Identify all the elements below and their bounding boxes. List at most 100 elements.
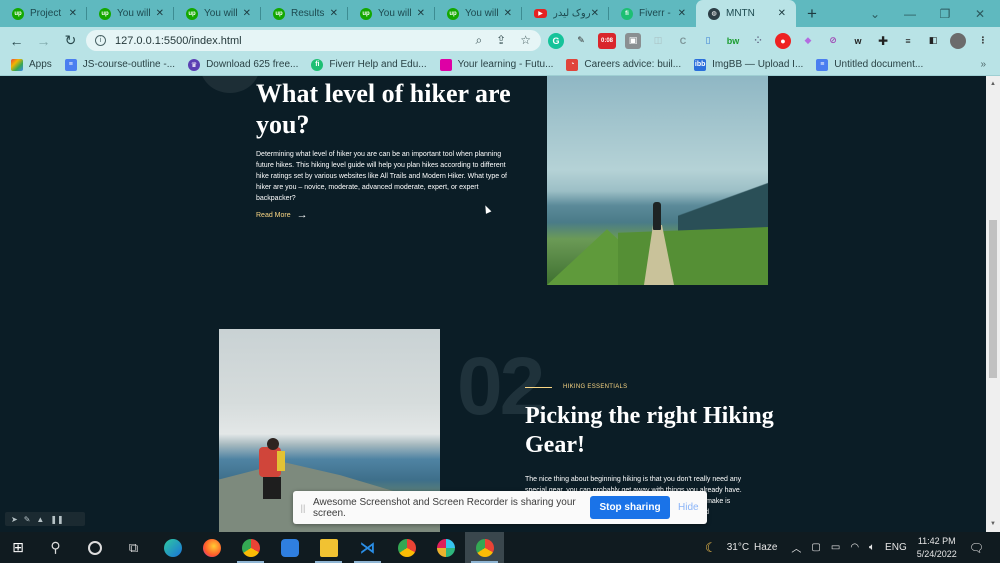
bookmark[interactable]: ♛ Download 625 free... xyxy=(188,58,298,71)
taskbar-chrome-active[interactable] xyxy=(465,532,504,563)
wifi-icon[interactable]: ◠ xyxy=(850,542,859,553)
ci-icon[interactable]: C xyxy=(675,33,691,49)
close-tab-icon[interactable]: ✕ xyxy=(591,8,599,19)
minimize-icon[interactable]: — xyxy=(890,0,930,27)
avatar[interactable] xyxy=(950,32,966,49)
bookmark[interactable]: ◔ Careers advice: buil... xyxy=(566,58,681,71)
bookmark-label: Your learning - Futu... xyxy=(457,59,554,70)
scroll-up-arrow-icon[interactable]: ▲ xyxy=(986,78,1000,90)
tab[interactable]: up Project ✕ xyxy=(0,0,87,27)
copy-icon[interactable]: ▯ xyxy=(700,33,716,49)
close-tab-icon[interactable]: ✕ xyxy=(417,8,425,19)
close-tab-icon[interactable]: ✕ xyxy=(678,8,686,19)
tab[interactable]: ▶ روک لیدر ✕ xyxy=(522,0,609,27)
volume-icon[interactable]: 🔈︎ xyxy=(869,542,875,553)
scroll-thumb[interactable] xyxy=(989,220,997,378)
tab-title: You will xyxy=(378,8,412,19)
bookmark[interactable]: ≡ Untitled document... xyxy=(816,58,923,71)
notifications-icon[interactable]: 🗨︎ xyxy=(969,541,984,555)
reload-icon[interactable]: ↻ xyxy=(58,28,83,53)
close-tab-icon[interactable]: ✕ xyxy=(778,8,786,19)
stop-sharing-button[interactable]: Stop sharing xyxy=(590,496,670,519)
taskbar-app[interactable] xyxy=(270,532,309,563)
bookmark-star-icon[interactable]: ☆ xyxy=(520,33,531,48)
lock-extension-icon[interactable]: ▣ xyxy=(625,32,641,49)
new-tab-button[interactable]: + xyxy=(800,4,824,24)
bw-icon[interactable]: bw xyxy=(725,33,741,49)
adblock-icon[interactable]: ● xyxy=(775,32,791,49)
taskbar-edge[interactable] xyxy=(153,532,192,563)
tab[interactable]: up Results ✕ xyxy=(261,0,348,27)
close-tab-icon[interactable]: ✕ xyxy=(243,8,251,19)
media-icon[interactable]: ≡ xyxy=(900,33,916,49)
careers-icon: ◔ xyxy=(566,58,579,71)
zoom-icon[interactable]: ⌕ xyxy=(475,33,482,48)
site-info-icon[interactable]: i xyxy=(95,35,106,46)
share-icon[interactable]: ⇪ xyxy=(496,33,506,48)
read-more-link[interactable]: Read More → xyxy=(256,209,308,221)
task-view-button[interactable]: ⧉ xyxy=(114,532,153,563)
close-tab-icon[interactable]: ✕ xyxy=(504,8,512,19)
weather-icon[interactable]: ☾ xyxy=(705,540,717,556)
weather-temp[interactable]: 31°C xyxy=(727,542,749,553)
bookmark-apps[interactable]: Apps xyxy=(11,58,52,71)
taskbar-vscode[interactable]: ⋊ xyxy=(348,532,387,563)
taskbar-chrome[interactable] xyxy=(231,532,270,563)
taskbar-firefox[interactable] xyxy=(192,532,231,563)
start-button[interactable]: ⊞ xyxy=(0,532,36,563)
bookmark[interactable]: ibb ImgBB — Upload I... xyxy=(694,58,803,71)
meet-now-icon[interactable]: ▢ xyxy=(811,542,820,553)
close-tab-icon[interactable]: ✕ xyxy=(156,8,164,19)
gradient-extension-icon[interactable]: ◆ xyxy=(800,33,816,49)
tab-title: You will xyxy=(204,8,238,19)
tab[interactable]: up You will ✕ xyxy=(174,0,261,27)
taskbar-file-explorer[interactable] xyxy=(309,532,348,563)
url-text[interactable]: 127.0.0.1:5500/index.html xyxy=(115,35,242,47)
bookmark[interactable]: ≡ JS-course-outline -... xyxy=(64,58,175,71)
dots-extension-icon[interactable]: ⁘ xyxy=(750,33,766,49)
bookmark[interactable]: fi Fiverr Help and Edu... xyxy=(311,58,427,71)
close-tab-icon[interactable]: ✕ xyxy=(69,8,77,19)
show-hidden-icons-icon[interactable]: ︿ xyxy=(791,540,801,555)
eyedropper-icon[interactable]: ✎ xyxy=(573,33,589,49)
battery-icon[interactable]: ▭ xyxy=(831,542,840,553)
puzzle-icon[interactable]: ✚ xyxy=(875,33,891,49)
tab-title: Results xyxy=(291,8,325,19)
weather-desc[interactable]: Haze xyxy=(754,542,777,553)
w-extension-icon[interactable]: w xyxy=(850,33,866,49)
address-bar[interactable]: i 127.0.0.1:5500/index.html ⌕ ⇪ ☆ xyxy=(86,30,541,51)
block-icon[interactable]: ⊘ xyxy=(825,33,841,49)
grammarly-icon[interactable]: G xyxy=(548,32,564,49)
bookmark[interactable]: Your learning - Futu... xyxy=(439,58,554,71)
scroll-down-arrow-icon[interactable]: ▼ xyxy=(986,518,1000,530)
menu-kebab-icon[interactable]: ⋮ xyxy=(975,33,991,49)
page-scrollbar[interactable]: ▲ ▼ xyxy=(986,76,1000,532)
highlighter-icon[interactable]: ▲ xyxy=(36,515,44,524)
cortana-button[interactable] xyxy=(75,532,114,563)
clock[interactable]: 11:42 PM 5/24/2022 xyxy=(917,535,957,561)
side-panel-icon[interactable]: ◧ xyxy=(925,33,941,49)
drag-handle[interactable]: || xyxy=(293,503,313,513)
close-tab-icon[interactable]: ✕ xyxy=(330,8,338,19)
tab-search-icon[interactable]: ⌄ xyxy=(855,0,895,27)
language-indicator[interactable]: ENG xyxy=(885,542,907,553)
back-icon[interactable]: ← xyxy=(4,28,29,53)
extension-icon[interactable]: ◫ xyxy=(650,33,666,49)
taskbar-slack[interactable] xyxy=(426,532,465,563)
restore-icon[interactable]: ❐ xyxy=(925,0,965,27)
pen-icon[interactable]: ✎ xyxy=(24,515,31,524)
taskbar-chrome-profile[interactable] xyxy=(387,532,426,563)
forward-icon[interactable]: → xyxy=(31,28,56,53)
close-window-icon[interactable]: ✕ xyxy=(960,0,1000,27)
pointer-icon[interactable]: ➤ xyxy=(11,515,18,524)
tab-active[interactable]: ◍ MNTN ✕ xyxy=(696,0,796,27)
tab[interactable]: up You will ✕ xyxy=(348,0,435,27)
tab[interactable]: up You will ✕ xyxy=(435,0,522,27)
pause-icon[interactable]: ❚❚ xyxy=(50,515,63,524)
tab[interactable]: up You will ✕ xyxy=(87,0,174,27)
tab[interactable]: fi Fiverr - ✕ xyxy=(609,0,696,27)
search-button[interactable]: ⚲ xyxy=(36,532,75,563)
more-bookmarks-icon[interactable]: » xyxy=(980,59,986,70)
hide-button[interactable]: Hide xyxy=(678,502,699,513)
recorder-icon[interactable]: 0:08 xyxy=(598,32,616,49)
